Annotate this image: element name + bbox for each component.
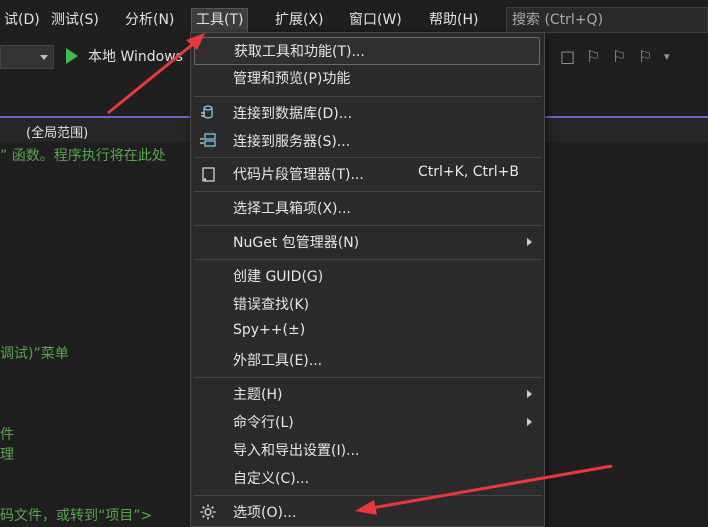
menu-item-label: 错误查找(K) — [233, 297, 310, 313]
menu-separator — [194, 157, 542, 158]
run-target-label[interactable]: 本地 Windows — [88, 46, 183, 66]
menu-item-import-export[interactable]: 导入和导出设置(I)... — [191, 436, 544, 464]
menu-item-choose-toolbox[interactable]: 选择工具箱项(X)... — [191, 194, 544, 222]
configuration-combo[interactable] — [0, 45, 54, 69]
menu-item-label: Spy++(±) — [233, 322, 306, 338]
tools-menu: 获取工具和功能(T)... 管理和预览(P)功能 连接到数据库(D)... 连接… — [190, 32, 545, 527]
menu-item-label: 选项(O)... — [233, 505, 297, 521]
editor-line: ” 函数。程序执行将在此处 — [0, 148, 166, 164]
menu-item-connect-server[interactable]: 连接到服务器(S)... — [191, 127, 544, 155]
play-icon[interactable] — [66, 48, 78, 64]
menu-item-error-lookup[interactable]: 错误查找(K) — [191, 290, 544, 318]
chevron-right-icon — [527, 418, 532, 426]
overflow-icon[interactable]: ▾ — [664, 44, 670, 70]
menu-debug[interactable]: 试(D) — [0, 8, 44, 32]
bookmark-icon[interactable]: □ — [560, 44, 575, 70]
menu-item-customize[interactable]: 自定义(C)... — [191, 464, 544, 492]
menu-separator — [194, 96, 542, 97]
menu-analyze[interactable]: 分析(N) — [121, 8, 178, 32]
clear-bookmarks-icon[interactable]: ⚐ — [638, 44, 652, 70]
menu-item-label: 外部工具(E)... — [233, 353, 323, 369]
menu-item-create-guid[interactable]: 创建 GUID(G) — [191, 262, 544, 290]
menu-item-connect-database[interactable]: 连接到数据库(D)... — [191, 99, 544, 127]
menu-separator — [194, 377, 542, 378]
scope-label[interactable]: (全局范围) — [26, 122, 88, 141]
chevron-right-icon — [527, 390, 532, 398]
chevron-right-icon — [527, 238, 532, 246]
snippet-icon — [202, 167, 215, 182]
gear-icon — [200, 504, 216, 520]
menu-item-label: 创建 GUID(G) — [233, 269, 324, 285]
menu-extensions[interactable]: 扩展(X) — [271, 8, 328, 32]
menu-item-label: 连接到服务器(S)... — [233, 134, 351, 150]
menu-item-label: NuGet 包管理器(N) — [233, 235, 360, 251]
chevron-down-icon — [40, 55, 48, 60]
editor-line: 理 — [0, 447, 14, 463]
prev-bookmark-icon[interactable]: ⚐ — [586, 44, 600, 70]
menu-separator — [194, 225, 542, 226]
menu-item-label: 连接到数据库(D)... — [233, 106, 353, 122]
menu-separator — [194, 191, 542, 192]
menu-test[interactable]: 测试(S) — [47, 8, 103, 32]
database-connect-icon — [201, 105, 213, 119]
menu-help[interactable]: 帮助(H) — [425, 8, 482, 32]
menu-window[interactable]: 窗口(W) — [345, 8, 406, 32]
menu-item-manage-preview[interactable]: 管理和预览(P)功能 — [191, 64, 544, 92]
menu-item-shortcut: Ctrl+K, Ctrl+B — [418, 164, 519, 180]
next-bookmark-icon[interactable]: ⚐ — [612, 44, 626, 70]
server-connect-icon — [200, 133, 216, 147]
menu-item-snippet-manager[interactable]: 代码片段管理器(T)... Ctrl+K, Ctrl+B — [191, 160, 544, 188]
menu-item-command-line[interactable]: 命令行(L) — [191, 408, 544, 436]
menu-item-label: 命令行(L) — [233, 415, 294, 431]
menu-item-label: 选择工具箱项(X)... — [233, 201, 351, 217]
menu-item-options[interactable]: 选项(O)... — [191, 498, 544, 526]
menu-item-label: 获取工具和功能(T)... — [234, 44, 365, 60]
menu-item-label: 管理和预览(P)功能 — [233, 71, 351, 87]
menu-item-theme[interactable]: 主题(H) — [191, 380, 544, 408]
menu-item-get-tools[interactable]: 获取工具和功能(T)... — [194, 37, 540, 65]
menu-item-external-tools[interactable]: 外部工具(E)... — [191, 346, 544, 374]
editor-line: 码文件，或转到“项目”> — [0, 508, 153, 524]
menu-item-label: 导入和导出设置(I)... — [233, 443, 360, 459]
menu-item-nuget[interactable]: NuGet 包管理器(N) — [191, 228, 544, 256]
menu-item-spy[interactable]: Spy++(±) — [191, 318, 544, 346]
menu-separator — [194, 259, 542, 260]
menu-tools[interactable]: 工具(T) — [191, 8, 249, 32]
menu-item-label: 自定义(C)... — [233, 471, 310, 487]
menu-item-label: 代码片段管理器(T)... — [233, 167, 364, 183]
menu-separator — [194, 495, 542, 496]
editor-line: 件 — [0, 427, 14, 443]
editor-line: 调试)”菜单 — [0, 346, 69, 362]
search-input[interactable]: 搜索 (Ctrl+Q) — [506, 7, 708, 33]
menu-item-label: 主题(H) — [233, 387, 283, 403]
